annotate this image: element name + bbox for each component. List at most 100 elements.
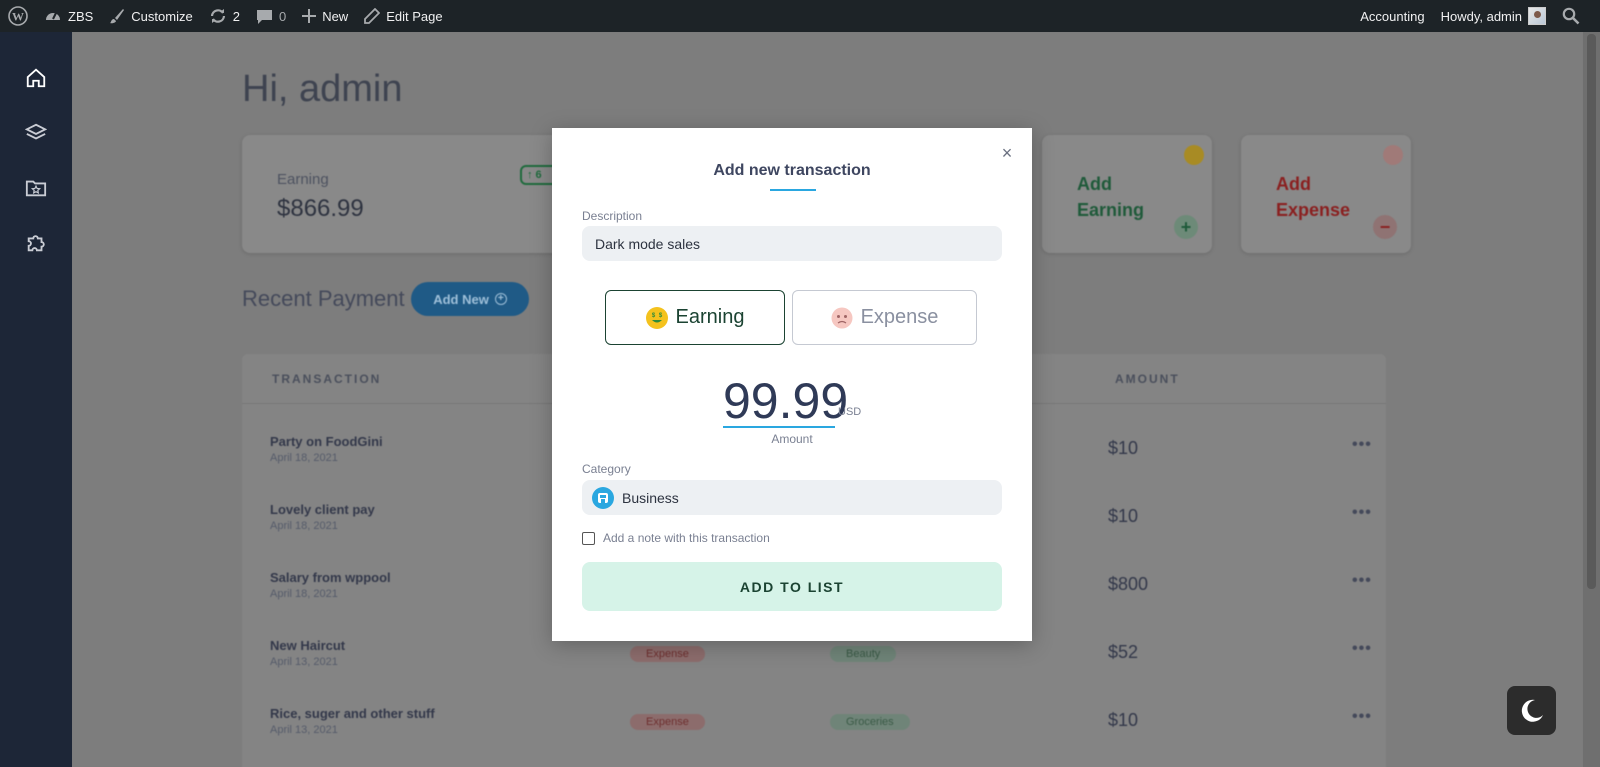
category-select[interactable]: Business	[582, 480, 1002, 515]
comments-link[interactable]: 0	[248, 0, 294, 32]
search-icon	[1562, 7, 1580, 25]
row-amount: $10	[1108, 710, 1139, 730]
close-icon[interactable]: ×	[998, 144, 1016, 162]
add-expense-title: Add Expense	[1276, 171, 1350, 223]
description-label: Description	[582, 209, 643, 223]
site-name: ZBS	[68, 8, 94, 24]
expense-type-label: Expense	[860, 306, 939, 328]
avatar	[1528, 7, 1546, 25]
more-options-icon[interactable]: •••	[1352, 436, 1372, 454]
title-underline	[770, 189, 816, 191]
accounting-link[interactable]: Accounting	[1352, 0, 1432, 32]
folder-star-icon[interactable]	[23, 175, 49, 201]
pencil-icon	[364, 8, 381, 24]
add-expense-line2: Expense	[1276, 200, 1351, 220]
more-options-icon[interactable]: •••	[1352, 572, 1372, 590]
earning-type-button[interactable]: $ $ Earning	[605, 290, 785, 345]
dark-mode-toggle[interactable]	[1507, 686, 1556, 735]
edit-page-link[interactable]: Edit Page	[356, 0, 450, 32]
scrollbar-thumb[interactable]	[1587, 34, 1596, 589]
add-earning-card[interactable]: Add Earning +	[1042, 135, 1212, 253]
note-label: Add a note with this transaction	[603, 531, 770, 545]
search-button[interactable]	[1554, 0, 1600, 32]
row-amount: $800	[1108, 574, 1149, 594]
modal-title: Add new transaction	[713, 162, 871, 179]
description-input[interactable]: Dark mode sales	[582, 226, 1002, 261]
category-value: Business	[622, 489, 679, 506]
more-options-icon[interactable]: •••	[1352, 640, 1372, 658]
row-amount: $52	[1108, 642, 1139, 662]
amount-label: Amount	[771, 432, 813, 446]
app-sidebar	[0, 32, 72, 767]
note-toggle-row[interactable]: Add a note with this transaction	[582, 531, 770, 545]
row-title: Rice, suger and other stuff	[270, 706, 435, 721]
add-earning-line2: Earning	[1077, 200, 1145, 220]
add-earning-line1: Add	[1077, 174, 1112, 194]
row-date: April 18, 2021	[270, 588, 338, 600]
dashboard-gauge-icon	[46, 12, 60, 20]
recent-payment-title: Recent Payment	[242, 286, 405, 311]
money-face-icon	[1184, 145, 1204, 165]
col-transaction: TRANSACTION	[272, 372, 382, 386]
row-title: Lovely client pay	[270, 502, 375, 517]
home-icon[interactable]	[23, 65, 49, 91]
row-amount: $10	[1108, 506, 1139, 526]
customize-link[interactable]: Customize	[101, 0, 200, 32]
plus-icon	[302, 9, 317, 23]
comments-count: 0	[278, 8, 287, 24]
add-expense-minus-icon: −	[1373, 215, 1397, 239]
add-expense-line1: Add	[1276, 174, 1311, 194]
worried-face-icon	[831, 307, 853, 329]
amount-underline	[723, 426, 835, 428]
add-to-list-button[interactable]: ADD TO LIST	[582, 562, 1002, 611]
new-content-menu[interactable]: New	[294, 0, 356, 32]
amount-currency: USD	[838, 406, 862, 418]
comment-icon	[256, 9, 272, 24]
wordpress-logo-icon[interactable]: W	[0, 0, 36, 32]
table-row[interactable]: Rice, suger and other stuff April 13, 202…	[242, 694, 1386, 760]
add-new-button[interactable]: Add New +	[411, 282, 529, 316]
row-date: April 13, 2021	[270, 656, 338, 668]
expense-type-button[interactable]: Expense	[792, 290, 977, 345]
edit-page-label: Edit Page	[386, 8, 443, 24]
col-amount: AMOUNT	[1115, 372, 1180, 386]
row-amount: $10	[1108, 438, 1139, 458]
svg-text:W: W	[12, 10, 24, 24]
plus-circle-icon: +	[494, 293, 507, 305]
layers-icon[interactable]	[23, 120, 49, 146]
amount-input[interactable]: 99.99	[723, 372, 848, 430]
more-options-icon[interactable]: •••	[1352, 708, 1372, 726]
category-badge: Groceries	[830, 714, 910, 730]
store-icon	[592, 486, 614, 509]
customize-label: Customize	[131, 8, 193, 24]
row-date: April 18, 2021	[270, 452, 338, 464]
earning-type-label: Earning	[675, 306, 745, 328]
brush-icon	[110, 9, 125, 24]
earning-card-value: $866.99	[277, 195, 364, 222]
row-title: New Haircut	[270, 638, 346, 653]
category-badge: Beauty	[830, 646, 897, 662]
row-date: April 13, 2021	[270, 724, 338, 736]
my-account-menu[interactable]: Howdy, admin	[1433, 0, 1554, 32]
more-options-icon[interactable]: •••	[1352, 504, 1372, 522]
type-badge: Expense	[630, 714, 705, 730]
note-checkbox[interactable]	[582, 531, 595, 545]
site-name-menu[interactable]: ZBS	[36, 0, 101, 32]
puzzle-icon[interactable]	[23, 230, 49, 256]
add-transaction-modal: Add new transaction × Description Dark m…	[552, 128, 1032, 641]
new-label: New	[322, 8, 349, 24]
updates-link[interactable]: 2	[201, 0, 248, 32]
row-date: April 18, 2021	[270, 520, 338, 532]
page-scrollbar[interactable]	[1583, 32, 1600, 767]
sad-face-icon	[1383, 145, 1403, 165]
admin-bar-right: Accounting Howdy, admin	[1352, 0, 1600, 32]
page-greeting: Hi, admin	[242, 68, 403, 110]
earning-card-label: Earning	[277, 171, 329, 188]
admin-bar: W ZBS Customize 2 0 New Edit Page Accoun…	[0, 0, 1600, 32]
category-label: Category	[582, 462, 631, 476]
updates-count: 2	[232, 8, 240, 24]
howdy-label: Howdy, admin	[1440, 8, 1522, 24]
row-title: Party on FoodGini	[270, 434, 383, 449]
add-expense-card[interactable]: Add Expense −	[1241, 135, 1411, 253]
moon-icon	[1521, 699, 1543, 722]
